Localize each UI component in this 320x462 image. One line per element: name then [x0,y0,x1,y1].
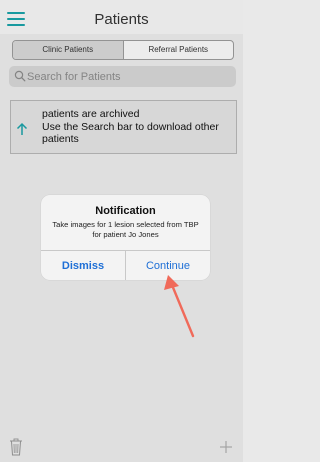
dialog-message: Take images for 1 lesion selected from T… [52,220,199,239]
dialog-title: Notification [95,205,156,217]
trash-icon[interactable] [9,438,23,456]
notification-dialog: Notification Take images for 1 lesion se… [41,195,210,280]
dialog-button-row: Dismiss Continue [41,250,210,280]
continue-button[interactable]: Continue [126,251,210,280]
plus-icon[interactable] [219,440,233,454]
bottom-toolbar [0,434,243,462]
dismiss-button[interactable]: Dismiss [41,251,126,280]
